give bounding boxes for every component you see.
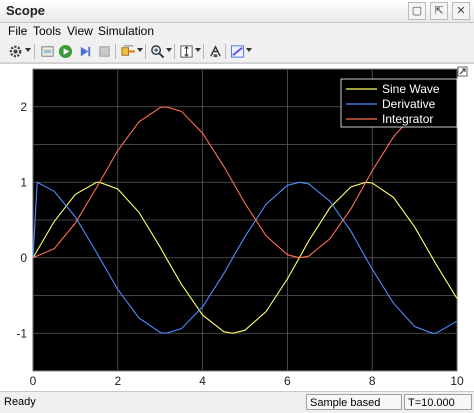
toolbar-separator	[34, 44, 35, 59]
menu-simulation[interactable]: Simulation	[98, 24, 154, 38]
legend-label: Integrator	[382, 112, 433, 126]
y-tick-label: -1	[16, 326, 27, 340]
undock-plot-icon[interactable]	[457, 66, 468, 77]
chevron-down-icon[interactable]	[25, 48, 31, 52]
x-tick-label: 0	[30, 374, 37, 388]
toolbar	[0, 40, 474, 63]
legend[interactable]: Sine WaveDerivativeIntegrator	[340, 78, 458, 128]
x-tick-label: 4	[199, 374, 206, 388]
chevron-down-icon[interactable]	[166, 48, 172, 52]
tune-icon[interactable]	[206, 42, 224, 60]
toolbar-separator	[174, 44, 175, 59]
menu-tools[interactable]: Tools	[33, 24, 61, 38]
menu-view[interactable]: View	[67, 24, 93, 38]
style-icon[interactable]	[228, 42, 246, 60]
legend-label: Sine Wave	[382, 82, 440, 96]
run-icon[interactable]	[56, 42, 74, 60]
x-tick-label: 2	[114, 374, 121, 388]
window-title: Scope	[6, 3, 46, 18]
x-tick-label: 6	[284, 374, 291, 388]
undock-button[interactable]: ⇱	[430, 2, 448, 20]
x-tick-labels: 0 2 4 6 8 10	[30, 374, 464, 388]
status-bar: Ready Sample based T=10.000	[0, 391, 474, 413]
gear-icon[interactable]	[6, 42, 24, 60]
y-tick-labels: -1 0 1 2	[16, 100, 27, 341]
toolbar-separator	[203, 44, 204, 59]
menu-file[interactable]: File	[8, 24, 27, 38]
dock-button[interactable]: ▢	[408, 2, 426, 20]
y-tick-label: 1	[20, 175, 27, 189]
open-file-icon[interactable]	[38, 42, 56, 60]
scope-chart[interactable]: 0 2 4 6 8 10 -1 0 1 2 Sine WaveDerivativeIntegra…	[0, 64, 474, 391]
fit-axes-icon[interactable]	[177, 42, 195, 60]
stop-icon[interactable]	[95, 42, 113, 60]
toolbar-separator	[145, 44, 146, 59]
status-text: Ready	[4, 396, 36, 408]
chevron-down-icon[interactable]	[246, 48, 252, 52]
y-tick-label: 0	[20, 251, 27, 265]
title-bar: Scope ▢ ⇱ ✕	[0, 0, 474, 23]
toolbar-separator	[225, 44, 226, 59]
chevron-down-icon[interactable]	[137, 48, 143, 52]
signal-select-icon[interactable]	[119, 42, 137, 60]
x-tick-label: 10	[450, 374, 464, 388]
close-button[interactable]: ✕	[452, 2, 470, 20]
chevron-down-icon[interactable]	[195, 48, 201, 52]
zoom-in-icon[interactable]	[148, 42, 166, 60]
time-box: T=10.000	[404, 394, 472, 410]
x-tick-label: 8	[369, 374, 376, 388]
plot-frame: 0 2 4 6 8 10 -1 0 1 2 Sine Wave Derivative Integra…	[0, 63, 474, 391]
sample-mode-box: Sample based	[306, 394, 402, 410]
toolbar-separator	[115, 44, 116, 59]
step-forward-icon[interactable]	[76, 42, 94, 60]
menu-bar: File Tools View Simulation	[0, 22, 474, 40]
y-tick-label: 2	[20, 100, 27, 114]
legend-label: Derivative	[382, 97, 436, 111]
